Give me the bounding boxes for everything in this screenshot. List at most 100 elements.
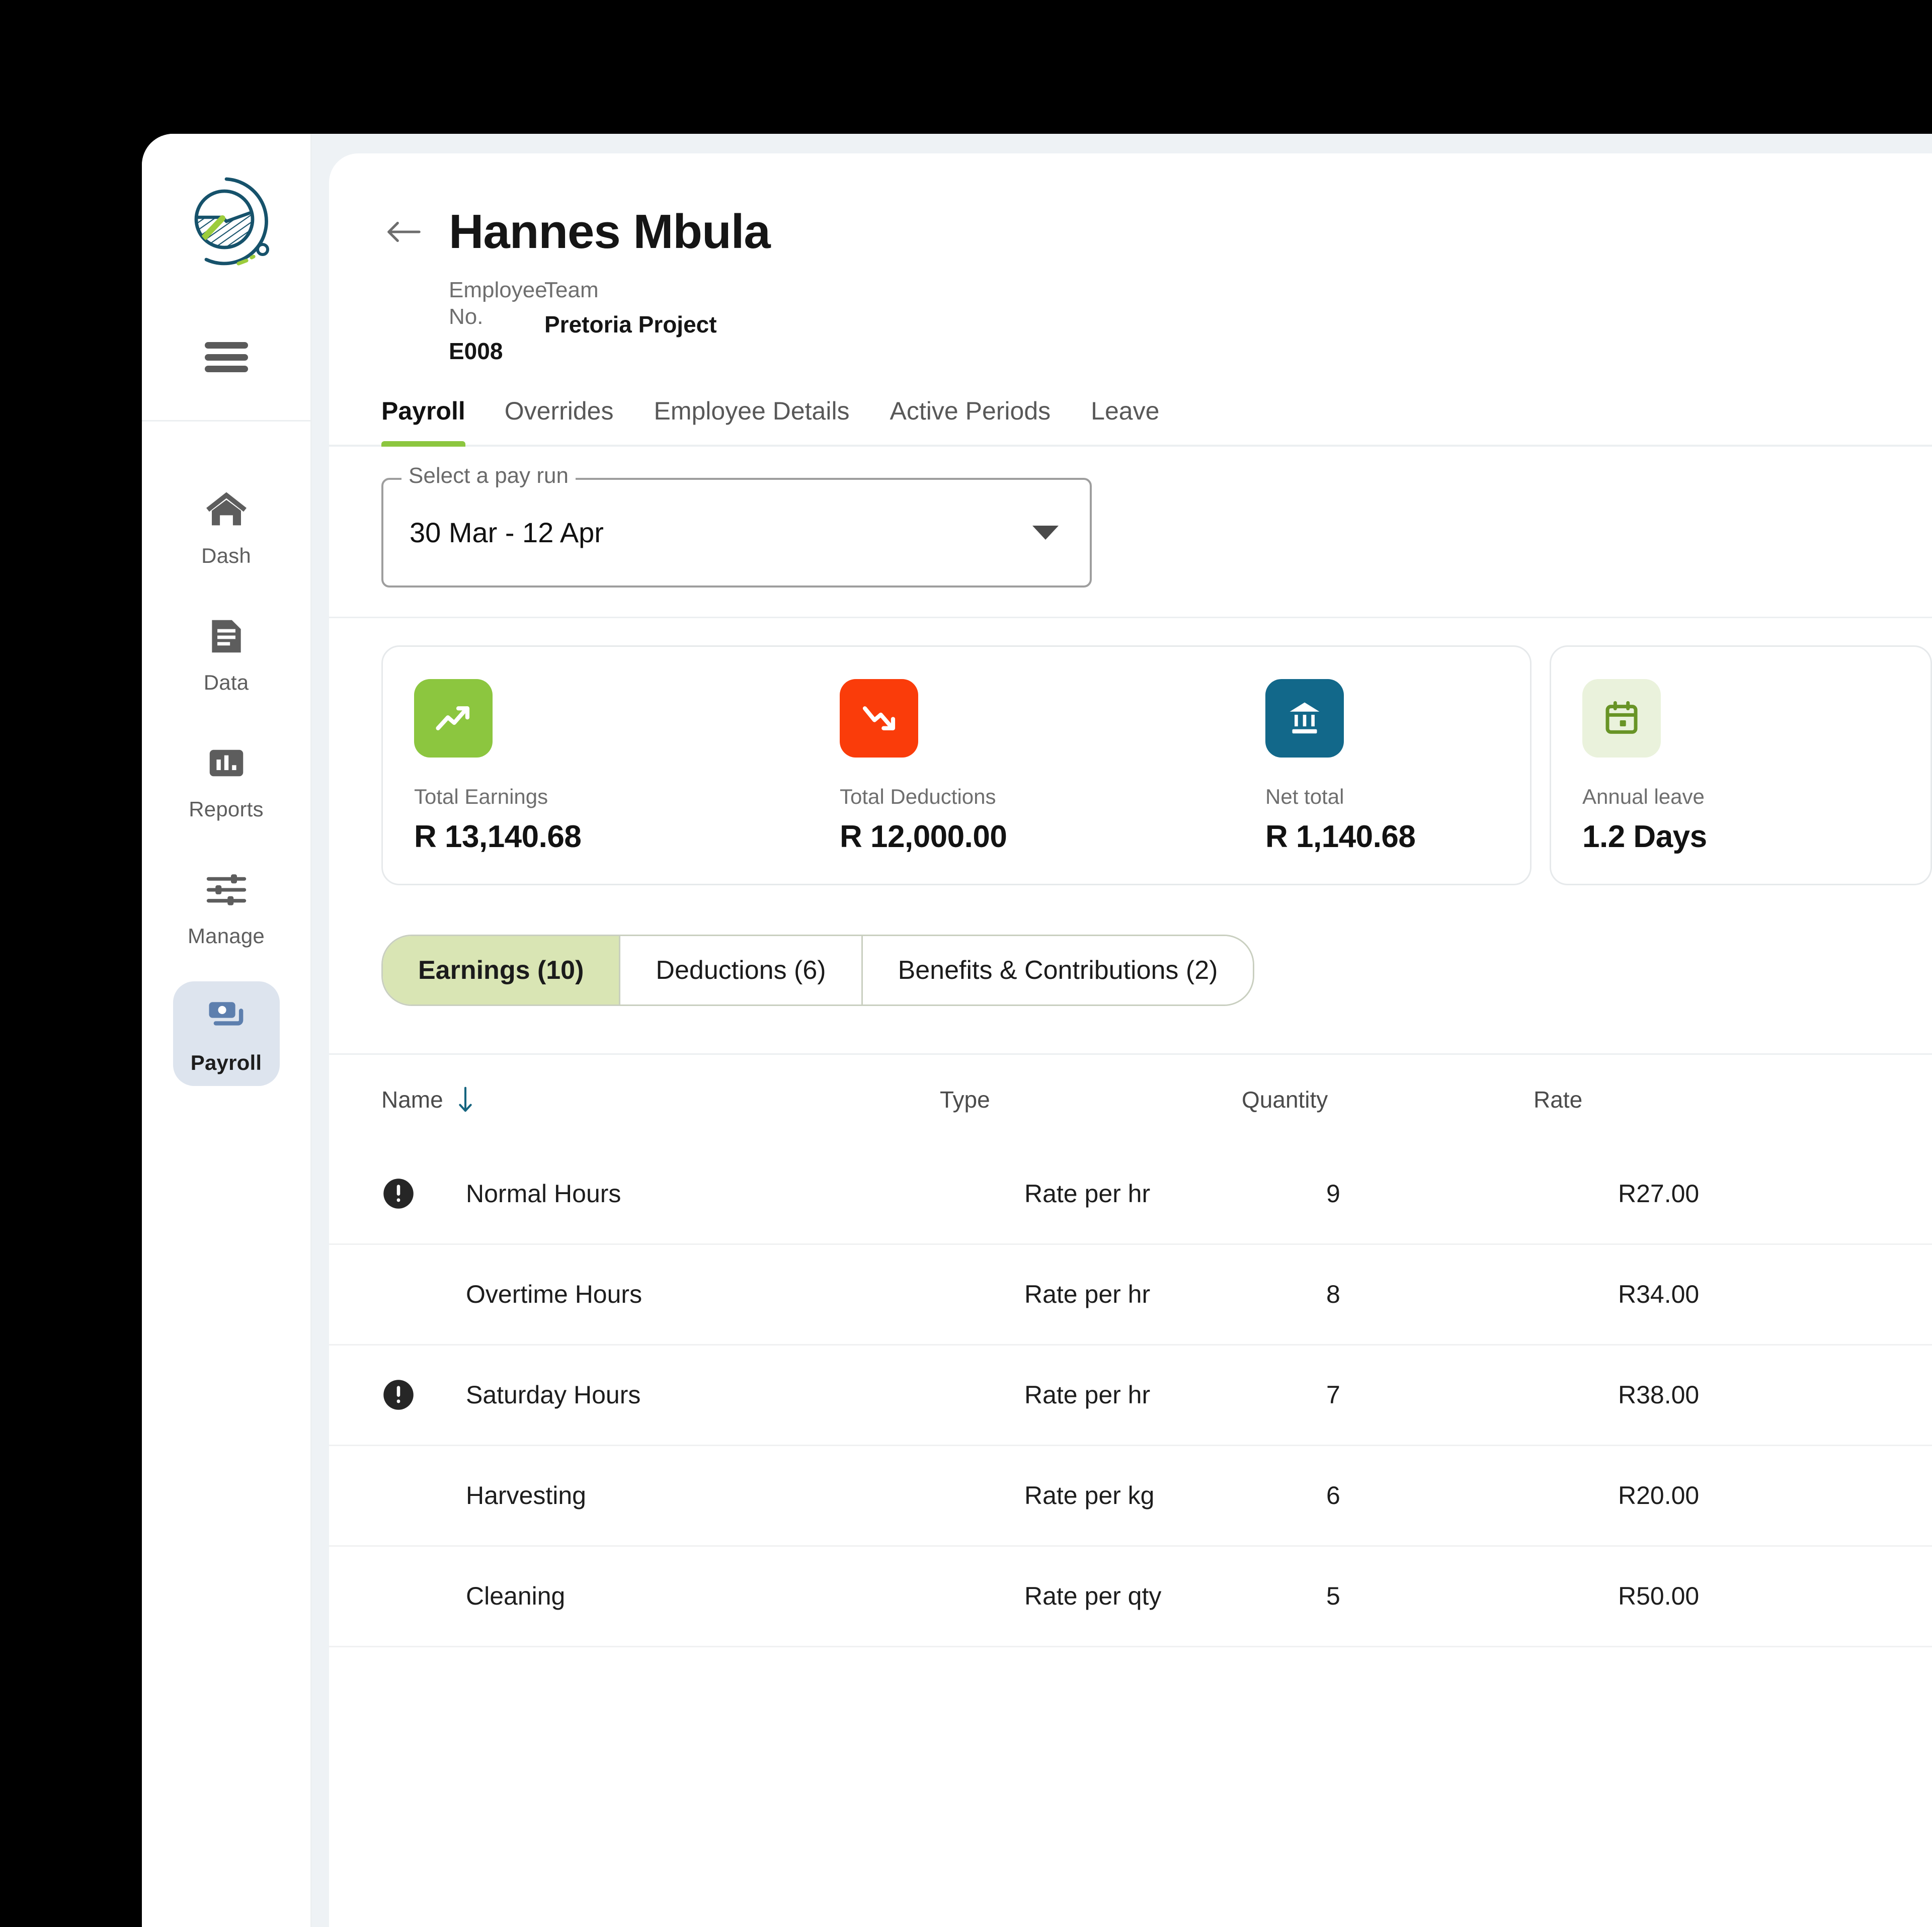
payrun-select-legend: Select a pay run bbox=[401, 464, 576, 487]
payrun-select[interactable]: Select a pay run 30 Mar - 12 Apr bbox=[381, 464, 1092, 588]
cell-rate: R27.00 bbox=[1618, 1180, 1700, 1208]
stat-net-total: Net total R 1,140.68 bbox=[1265, 679, 1416, 855]
stat-annual-leave: Annual leave 1.2 Days bbox=[1582, 679, 1707, 855]
meta-value: E008 bbox=[449, 338, 503, 364]
app-window: Dash Data Reports Manage Payroll Hannes … bbox=[142, 134, 1932, 1927]
trend-up-icon bbox=[414, 679, 493, 758]
sidebar-item-label: Payroll bbox=[190, 1051, 262, 1074]
home-icon bbox=[202, 485, 251, 534]
trend-down-icon bbox=[840, 679, 918, 758]
sidebar-item-label: Manage bbox=[188, 924, 265, 948]
hamburger-menu[interactable] bbox=[202, 338, 251, 376]
sidebar-nav: Dash Data Reports Manage Payroll bbox=[142, 422, 310, 1108]
cell-type: Rate per hr bbox=[1024, 1381, 1151, 1409]
sidebar-item-payroll[interactable]: Payroll bbox=[173, 981, 280, 1086]
farm-circle-logo[interactable] bbox=[172, 167, 281, 276]
stat-value: R 1,140.68 bbox=[1265, 819, 1416, 854]
tab-payroll[interactable]: Payroll bbox=[381, 396, 485, 447]
segment-earnings[interactable]: Earnings (10) bbox=[383, 936, 621, 1004]
page-title: Hannes Mbula bbox=[449, 205, 771, 259]
table-row[interactable]: Harvesting Rate per kg 6 R20.00 bbox=[329, 1446, 1932, 1547]
stat-value: R 12,000.00 bbox=[840, 819, 1007, 854]
stat-label: Total Deductions bbox=[840, 784, 996, 808]
sidebar-item-dash[interactable]: Dash bbox=[173, 474, 280, 579]
cell-quantity: 9 bbox=[1326, 1180, 1340, 1208]
cell-quantity: 5 bbox=[1326, 1582, 1340, 1611]
banknotes-icon bbox=[202, 992, 251, 1041]
document-icon bbox=[202, 612, 251, 660]
cell-quantity: 7 bbox=[1326, 1381, 1340, 1409]
hamburger-bar bbox=[204, 366, 248, 372]
tab-overrides[interactable]: Overrides bbox=[485, 396, 634, 445]
cell-name: Harvesting bbox=[466, 1481, 586, 1510]
table-row[interactable]: Cleaning Rate per qty 5 R50.00 bbox=[329, 1547, 1932, 1647]
stat-value: 1.2 Days bbox=[1582, 819, 1707, 854]
payrun-select-value: 30 Mar - 12 Apr bbox=[410, 517, 604, 549]
segment-deductions[interactable]: Deductions (6) bbox=[620, 936, 863, 1004]
meta-value: Pretoria Project bbox=[544, 311, 717, 338]
cell-name: Cleaning bbox=[466, 1582, 566, 1611]
cell-rate: R34.00 bbox=[1618, 1280, 1700, 1309]
stat-label: Annual leave bbox=[1582, 784, 1705, 808]
back-button[interactable] bbox=[381, 212, 426, 252]
sliders-icon bbox=[202, 866, 251, 914]
segment-benefits[interactable]: Benefits & Contributions (2) bbox=[862, 936, 1253, 1004]
sidebar: Dash Data Reports Manage Payroll bbox=[142, 134, 312, 1927]
stat-value: R 13,140.68 bbox=[414, 819, 582, 854]
sidebar-item-reports[interactable]: Reports bbox=[173, 728, 280, 832]
content-card: Hannes Mbula Employee No. E008 Team Pret… bbox=[329, 153, 1932, 1927]
arrow-left-icon bbox=[387, 221, 421, 242]
column-header-quantity[interactable]: Quantity bbox=[1242, 1086, 1534, 1113]
tab-leave[interactable]: Leave bbox=[1071, 396, 1179, 445]
payroll-totals-card: Total Earnings R 13,140.68 Total Deducti… bbox=[381, 645, 1532, 885]
sidebar-item-label: Dash bbox=[201, 544, 251, 567]
tab-bar: Payroll Overrides Employee Details Activ… bbox=[329, 396, 1932, 447]
annual-leave-card: Annual leave 1.2 Days bbox=[1550, 645, 1932, 885]
hamburger-bar bbox=[204, 342, 248, 349]
meta-team: Team Pretoria Project bbox=[544, 277, 717, 365]
alert-icon bbox=[383, 1380, 414, 1410]
payrun-section: Select a pay run 30 Mar - 12 Apr bbox=[329, 447, 1932, 618]
cell-name: Overtime Hours bbox=[466, 1280, 642, 1309]
table-row[interactable]: Normal Hours Rate per hr 9 R27.00 bbox=[329, 1144, 1932, 1245]
meta-label: Employee No. bbox=[449, 278, 547, 329]
row-flag bbox=[381, 1378, 466, 1412]
cell-type: Rate per hr bbox=[1024, 1280, 1151, 1309]
bar-chart-icon bbox=[202, 739, 251, 787]
title-row: Hannes Mbula bbox=[381, 208, 1932, 256]
cell-rate: R50.00 bbox=[1618, 1582, 1700, 1611]
calendar-icon bbox=[1582, 679, 1661, 758]
tab-active-periods[interactable]: Active Periods bbox=[870, 396, 1071, 445]
column-header-rate[interactable]: Rate bbox=[1534, 1086, 1785, 1113]
hamburger-bar bbox=[204, 354, 248, 361]
alert-icon bbox=[383, 1179, 414, 1209]
cell-type: Rate per qty bbox=[1024, 1582, 1162, 1611]
cell-rate: R20.00 bbox=[1618, 1481, 1700, 1510]
column-header-name[interactable]: Name bbox=[381, 1085, 940, 1114]
sidebar-item-manage[interactable]: Manage bbox=[173, 855, 280, 959]
sidebar-item-data[interactable]: Data bbox=[173, 601, 280, 706]
column-header-label: Name bbox=[381, 1086, 443, 1113]
table-row[interactable]: Overtime Hours Rate per hr 8 R34.00 bbox=[329, 1245, 1932, 1346]
employee-meta: Employee No. E008 Team Pretoria Project bbox=[381, 277, 1932, 365]
tab-employee-details[interactable]: Employee Details bbox=[633, 396, 869, 445]
content-region: Hannes Mbula Employee No. E008 Team Pret… bbox=[312, 134, 1932, 1927]
meta-employee-no: Employee No. E008 bbox=[449, 277, 547, 365]
table-header-row: Name Type Quantity Rate bbox=[329, 1055, 1932, 1144]
chevron-down-icon bbox=[1032, 525, 1059, 540]
meta-label: Team bbox=[544, 278, 599, 302]
page-header: Hannes Mbula Employee No. E008 Team Pret… bbox=[329, 153, 1932, 365]
sidebar-item-label: Reports bbox=[189, 797, 264, 821]
cell-rate: R38.00 bbox=[1618, 1381, 1700, 1409]
summary-row: Total Earnings R 13,140.68 Total Deducti… bbox=[329, 618, 1932, 885]
column-header-type[interactable]: Type bbox=[940, 1086, 1242, 1113]
stat-label: Total Earnings bbox=[414, 784, 548, 808]
cell-quantity: 8 bbox=[1326, 1280, 1340, 1309]
stat-label: Net total bbox=[1265, 784, 1344, 808]
sidebar-item-label: Data bbox=[203, 671, 249, 694]
stat-total-deductions: Total Deductions R 12,000.00 bbox=[840, 679, 1265, 855]
cell-type: Rate per kg bbox=[1024, 1481, 1155, 1510]
arrow-down-icon[interactable] bbox=[454, 1085, 476, 1114]
table-row[interactable]: Saturday Hours Rate per hr 7 R38.00 bbox=[329, 1346, 1932, 1446]
logo-mark bbox=[194, 177, 269, 266]
